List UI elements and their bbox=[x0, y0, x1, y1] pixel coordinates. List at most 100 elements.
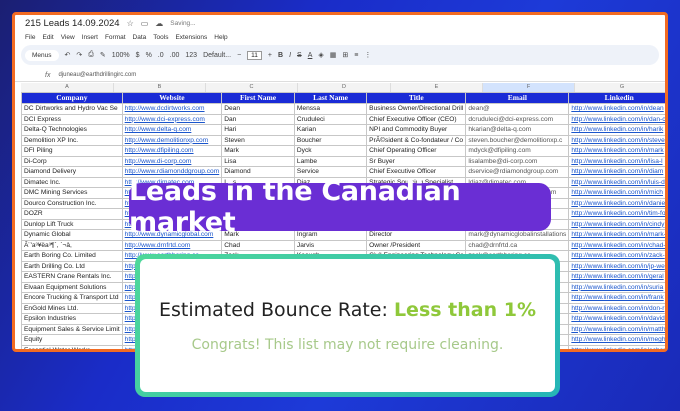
cell-last-name[interactable]: Lambe bbox=[293, 155, 368, 167]
cell-email[interactable]: lisalambe@di-corp.com bbox=[465, 155, 570, 167]
cell-company[interactable]: Essential Water Works bbox=[21, 344, 123, 349]
cell-company[interactable]: DC Dirtworks and Hydro Vac Se bbox=[21, 103, 123, 115]
cell-linkedin[interactable]: http://www.linkedin.com/in/luis-d bbox=[568, 176, 665, 188]
menu-file[interactable]: File bbox=[25, 34, 35, 41]
zoom-select[interactable]: 100% bbox=[112, 52, 130, 59]
paint-format-icon[interactable]: ✎ bbox=[100, 51, 106, 59]
header-first-name[interactable]: First Name bbox=[221, 92, 295, 104]
cell-company[interactable]: Dimatec Inc. bbox=[21, 176, 123, 188]
cell-company[interactable]: Ã¨'a³¥ëa³¶`, `¬â, bbox=[21, 239, 123, 251]
plus-icon[interactable]: + bbox=[268, 52, 272, 59]
cell-email[interactable]: chad@drnfrtd.ca bbox=[465, 239, 570, 251]
column-letter[interactable]: A bbox=[21, 83, 114, 92]
cell-linkedin[interactable]: http://www.linkedin.com/in/megh bbox=[568, 334, 665, 346]
cell-company[interactable]: Dunlop Lift Truck bbox=[21, 218, 123, 230]
cell-linkedin[interactable]: http://www.linkedin.com/in/lisa-l bbox=[568, 155, 665, 167]
star-icon[interactable]: ☆ bbox=[127, 19, 134, 28]
cell-first-name[interactable]: Hari bbox=[221, 124, 295, 136]
cell-company[interactable]: Di-Corp bbox=[21, 155, 123, 167]
cell-website[interactable]: http://www.dcdirtworks.com bbox=[121, 103, 223, 115]
redo-icon[interactable]: ↷ bbox=[76, 51, 82, 59]
percent-button[interactable]: % bbox=[146, 52, 152, 59]
folder-icon[interactable]: ▭ bbox=[141, 19, 149, 28]
bold-icon[interactable]: B bbox=[278, 52, 283, 59]
cell-company[interactable]: Diamond Delivery bbox=[21, 166, 123, 178]
increase-decimal-button[interactable]: .00 bbox=[170, 52, 180, 59]
cell-linkedin[interactable]: http://www.linkedin.com/in/dan-c bbox=[568, 113, 665, 125]
cell-linkedin[interactable]: http://www.linkedin.com/in/steve bbox=[568, 134, 665, 146]
cell-company[interactable]: Delta-Q Technologies bbox=[21, 124, 123, 136]
cell-linkedin[interactable]: http://www.linkedin.com/in/matth bbox=[568, 323, 665, 335]
merge-icon[interactable]: ⊞ bbox=[342, 51, 348, 59]
cell-linkedin[interactable]: http://www.linkedin.com/in/don-r bbox=[568, 302, 665, 314]
currency-button[interactable]: $ bbox=[136, 52, 140, 59]
cell-title[interactable]: Chief Operating Officer bbox=[366, 145, 467, 157]
cell-linkedin[interactable]: http://www.linkedin.com/in/mich bbox=[568, 187, 665, 199]
cell-linkedin[interactable]: http://www.linkedin.com/in/jp-we bbox=[568, 260, 665, 272]
more-icon[interactable]: ⋮ bbox=[364, 51, 371, 59]
cell-linkedin[interactable]: http://www.linkedin.com/in/harik bbox=[568, 124, 665, 136]
column-letter[interactable]: G bbox=[575, 83, 665, 92]
header-website[interactable]: Website bbox=[121, 92, 223, 104]
cell-email[interactable]: dcruduleci@dci-express.com bbox=[465, 113, 570, 125]
cell-company[interactable]: DCI Express bbox=[21, 113, 123, 125]
document-title[interactable]: 215 Leads 14.09.2024 bbox=[25, 18, 120, 29]
cell-company[interactable]: Earth Drilling Co. Ltd bbox=[21, 260, 123, 272]
cell-title[interactable]: NPI and Commodity Buyer bbox=[366, 124, 467, 136]
cell-title[interactable]: Owner /President bbox=[366, 239, 467, 251]
cell-linkedin[interactable]: http://www.linkedin.com/in/zack- bbox=[568, 250, 665, 262]
cell-last-name[interactable]: Boucher bbox=[293, 134, 368, 146]
cell-linkedin[interactable]: http://www.linkedin.com/in/dean bbox=[568, 103, 665, 115]
align-icon[interactable]: ≡ bbox=[354, 52, 358, 59]
cell-company[interactable]: Epsilon Industries bbox=[21, 313, 123, 325]
cell-linkedin[interactable]: http://www.linkedin.com/in/suria bbox=[568, 281, 665, 293]
cell-website[interactable]: http://www.dfipiling.com bbox=[121, 145, 223, 157]
cell-linkedin[interactable]: http://www.linkedin.com/in/mark bbox=[568, 145, 665, 157]
cell-last-name[interactable]: Jarvis bbox=[293, 239, 368, 251]
header-linkedin[interactable]: Linkedin bbox=[568, 92, 665, 104]
cell-linkedin[interactable]: http://www.linkedin.com/in/echen bbox=[568, 344, 665, 349]
cell-company[interactable]: Elvaan Equipment Solutions bbox=[21, 281, 123, 293]
header-email[interactable]: Email bbox=[465, 92, 570, 104]
menu-extensions[interactable]: Extensions bbox=[175, 34, 207, 41]
italic-icon[interactable]: I bbox=[289, 52, 291, 59]
cell-company[interactable]: Dynamic Global bbox=[21, 229, 123, 241]
menu-tools[interactable]: Tools bbox=[153, 34, 168, 41]
column-letter[interactable]: D bbox=[298, 83, 391, 92]
header-title[interactable]: Title bbox=[366, 92, 467, 104]
decrease-decimal-button[interactable]: .0 bbox=[158, 52, 164, 59]
cell-first-name[interactable]: Mark bbox=[221, 145, 295, 157]
cell-last-name[interactable]: Dyck bbox=[293, 145, 368, 157]
cell-linkedin[interactable]: http://www.linkedin.com/in/chad- bbox=[568, 239, 665, 251]
menu-insert[interactable]: Insert bbox=[82, 34, 98, 41]
cell-linkedin[interactable]: http://www.linkedin.com/in/geral bbox=[568, 271, 665, 283]
column-letter[interactable]: E bbox=[391, 83, 483, 92]
cell-company[interactable]: Equity bbox=[21, 334, 123, 346]
minus-icon[interactable]: − bbox=[237, 52, 241, 59]
cell-last-name[interactable]: Karian bbox=[293, 124, 368, 136]
cell-linkedin[interactable]: http://www.linkedin.com/in/david bbox=[568, 313, 665, 325]
cell-last-name[interactable]: Cruduleci bbox=[293, 113, 368, 125]
cell-first-name[interactable]: Dan bbox=[221, 113, 295, 125]
font-size-input[interactable]: 11 bbox=[247, 50, 262, 60]
header-company[interactable]: Company bbox=[21, 92, 123, 104]
cell-title[interactable]: PrÃ©sident & Co-fondateur / Co bbox=[366, 134, 467, 146]
column-letter[interactable]: B bbox=[114, 83, 206, 92]
column-letter[interactable]: C bbox=[206, 83, 298, 92]
cell-first-name[interactable]: Dean bbox=[221, 103, 295, 115]
cell-company[interactable]: DFI Piling bbox=[21, 145, 123, 157]
formula-input[interactable]: djuneau@earthdrillingirc.com bbox=[58, 72, 136, 78]
cell-company[interactable]: Demolition XP Inc. bbox=[21, 134, 123, 146]
borders-icon[interactable]: ▦ bbox=[330, 51, 337, 59]
cell-first-name[interactable]: Chad bbox=[221, 239, 295, 251]
cell-website[interactable]: http://www.dci-express.com bbox=[121, 113, 223, 125]
cell-linkedin[interactable]: http://www.linkedin.com/in/danie bbox=[568, 197, 665, 209]
fill-color-icon[interactable]: ◈ bbox=[318, 51, 323, 59]
cell-linkedin[interactable]: http://www.linkedin.com/in/frank bbox=[568, 292, 665, 304]
cell-linkedin[interactable]: http://www.linkedin.com/in/tim-fo bbox=[568, 208, 665, 220]
menu-edit[interactable]: Edit bbox=[42, 34, 53, 41]
cell-linkedin[interactable]: http://www.linkedin.com/in/diam bbox=[568, 166, 665, 178]
cell-last-name[interactable]: Menssa bbox=[293, 103, 368, 115]
print-icon[interactable]: ⎙ bbox=[88, 51, 94, 59]
menu-data[interactable]: Data bbox=[133, 34, 147, 41]
